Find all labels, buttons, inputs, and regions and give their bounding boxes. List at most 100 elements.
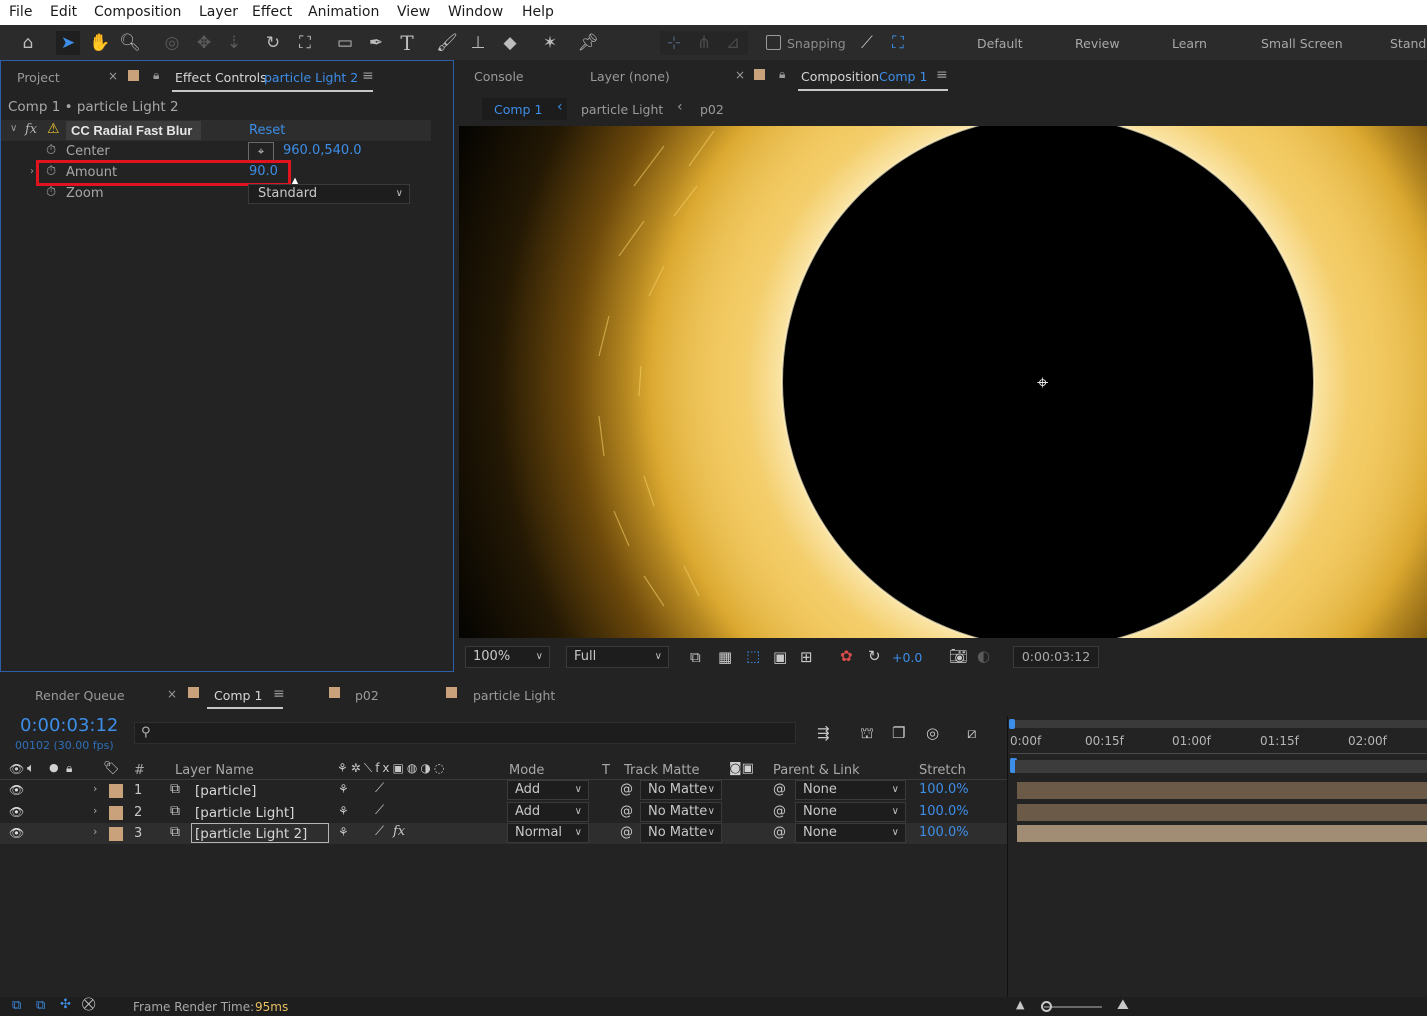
panel-menu-icon[interactable]: ≡ [273, 686, 285, 702]
tab-comp1[interactable]: Comp 1 [214, 688, 262, 703]
panel-menu-icon[interactable]: ≡ [936, 67, 948, 83]
pan-camera-icon[interactable]: ✥ [192, 31, 216, 55]
clone-stamp-icon[interactable]: ⊥ [466, 31, 490, 55]
panel-menu-icon[interactable]: ≡ [362, 68, 374, 84]
menu-edit[interactable]: Edit [50, 4, 77, 20]
stopwatch-icon[interactable]: ⏱︎ [46, 143, 56, 158]
puppet-pin-icon[interactable]: 📌︎ [576, 31, 600, 55]
tab-project[interactable]: Project [17, 70, 60, 85]
visibility-eye-icon[interactable]: 👁︎ [9, 826, 24, 840]
parent-pickwhip-icon[interactable]: @ [773, 782, 786, 797]
column-layer-name[interactable]: Layer Name [175, 763, 254, 778]
track-matte-dropdown[interactable]: No Matte ∨ [640, 802, 722, 822]
view-axis-icon[interactable]: ⊿ [721, 31, 745, 55]
snapping-checkbox[interactable] [766, 35, 781, 50]
close-icon[interactable]: × [167, 687, 177, 701]
stopwatch-icon[interactable]: ⏱︎ [46, 185, 56, 200]
menu-layer[interactable]: Layer [199, 4, 238, 20]
composition-flowchart-icon[interactable]: ⇶ [817, 724, 830, 742]
workspace-small-screen[interactable]: Small Screen [1261, 36, 1343, 51]
shy-switch-icon[interactable]: ⚘ [338, 804, 349, 818]
layer-name[interactable]: [particle] [195, 783, 256, 799]
visibility-eye-icon[interactable]: 👁︎ [9, 805, 24, 819]
layer-switches-toggle-icon[interactable]: ⧉ [12, 998, 21, 1013]
crumb-comp1[interactable]: Comp 1 [494, 102, 542, 117]
mode-dropdown[interactable]: Add ∨ [507, 780, 589, 800]
menu-animation[interactable]: Animation [308, 4, 379, 20]
rectangle-tool-icon[interactable]: ▭ [333, 31, 357, 55]
snapshot-camera-icon[interactable]: 📷︎ [949, 647, 968, 665]
type-tool-icon[interactable]: T [395, 31, 419, 55]
graph-editor-icon[interactable]: ⧄ [967, 724, 977, 742]
motion-blur-icon[interactable]: ◎ [926, 724, 939, 742]
world-axis-icon[interactable]: ⋔ [692, 31, 716, 55]
snap-features-icon[interactable]: ⛶ [886, 31, 910, 55]
reset-link[interactable]: Reset [249, 123, 285, 138]
tab-p02[interactable]: p02 [355, 688, 379, 703]
layer-row-selected[interactable]: 👁︎ › 3 ⧉ [particle Light 2] ⚘ ⟋ fx Norma… [0, 823, 1008, 844]
timeline-timecode[interactable]: 0:00:03:12 [20, 715, 118, 736]
zoom-tool-icon[interactable]: 🔍︎ [118, 31, 142, 55]
zoom-level-dropdown[interactable]: 100% ∨ [465, 646, 550, 668]
label-color-swatch[interactable] [109, 784, 123, 798]
expand-chevron-icon[interactable]: › [93, 804, 97, 817]
shy-switch-icon[interactable]: ⚘ [338, 782, 349, 796]
hide-shy-layers-icon[interactable]: ❐ [892, 724, 905, 742]
anchor-point-icon[interactable]: ⌖ [1037, 370, 1048, 394]
home-icon[interactable]: ⌂ [16, 31, 40, 55]
roto-brush-icon[interactable]: ✶ [538, 31, 562, 55]
workspace-default[interactable]: Default [977, 36, 1023, 51]
work-area-bar[interactable] [1010, 720, 1427, 728]
center-value[interactable]: 960.0,540.0 [283, 143, 362, 158]
draft-3d-icon[interactable]: ⛫ [860, 724, 874, 744]
chevron-right-icon[interactable]: › [30, 166, 34, 177]
brush-tool-icon[interactable]: 🖌︎ [435, 31, 459, 55]
menu-effect[interactable]: Effect [252, 4, 292, 20]
tab-layer[interactable]: Layer (none) [590, 69, 670, 84]
region-of-interest-icon[interactable]: ▣ [773, 648, 787, 666]
rotation-tool-icon[interactable]: ↻ [261, 31, 285, 55]
show-snapshot-icon[interactable]: ◐ [977, 647, 990, 665]
workspace-standard[interactable]: Standa [1390, 36, 1427, 51]
quality-switch-icon[interactable]: ⟋ [375, 781, 384, 796]
quality-switch-icon[interactable]: ⟋ [375, 803, 384, 818]
column-mode[interactable]: Mode [509, 763, 544, 778]
menu-help[interactable]: Help [522, 4, 554, 20]
track-matte-pickwhip-icon[interactable]: @ [620, 782, 633, 797]
mode-dropdown[interactable]: Add ∨ [507, 802, 589, 822]
tab-composition[interactable]: Composition [801, 69, 879, 84]
layer-name[interactable]: [particle Light] [195, 805, 294, 821]
time-ruler[interactable]: 0:00f 00:15f 01:00f 01:15f 02:00f [1010, 732, 1427, 760]
fx-icon[interactable]: fx [25, 122, 37, 137]
tab-effect-controls-layer[interactable]: particle Light 2 [264, 70, 358, 85]
3d-axis-icon[interactable]: ⊹ [662, 31, 686, 55]
layer-row[interactable]: 👁︎ › 2 ⧉ [particle Light] ⚘ ⟋ Add ∨ @ No… [0, 802, 1008, 823]
zoom-in-icon[interactable]: ⛰ [1117, 997, 1129, 1013]
snap-edges-icon[interactable]: ⟋ [855, 31, 879, 55]
track-matte-pickwhip-icon[interactable]: @ [620, 804, 633, 819]
parent-dropdown[interactable]: None ∨ [795, 780, 906, 800]
fx-icon[interactable]: fx [393, 824, 405, 839]
parent-dropdown[interactable]: None ∨ [795, 823, 906, 843]
layer-duration-bar[interactable] [1017, 804, 1427, 821]
layer-search-input[interactable]: ⚲ [134, 722, 796, 744]
dolly-camera-icon[interactable]: ⇣ [222, 31, 246, 55]
zoom-dropdown[interactable]: Standard ∨ [248, 184, 410, 204]
lock-icon[interactable]: 🔒︎ [153, 68, 159, 83]
menu-file[interactable]: File [9, 4, 32, 20]
menu-composition[interactable]: Composition [94, 4, 181, 20]
in-out-toggle-icon[interactable]: ✣ [60, 997, 71, 1012]
shy-switch-icon[interactable]: ⚘ [338, 825, 349, 839]
resolution-dropdown[interactable]: Full ∨ [566, 646, 669, 668]
parent-pickwhip-icon[interactable]: @ [773, 825, 786, 840]
color-channels-icon[interactable]: ✿ [840, 647, 853, 665]
tab-render-queue[interactable]: Render Queue [35, 688, 125, 703]
close-icon[interactable]: × [735, 68, 745, 82]
layer-name[interactable]: [particle Light 2] [195, 826, 307, 842]
chevron-down-icon[interactable]: ∨ [10, 123, 17, 134]
menu-window[interactable]: Window [448, 4, 503, 20]
timeline-zoom-slider[interactable] [1044, 1006, 1102, 1008]
zoom-out-icon[interactable]: ▲ [1016, 998, 1024, 1011]
crumb-p02[interactable]: p02 [700, 102, 724, 117]
modes-toggle-icon[interactable]: ⧉ [36, 998, 45, 1013]
